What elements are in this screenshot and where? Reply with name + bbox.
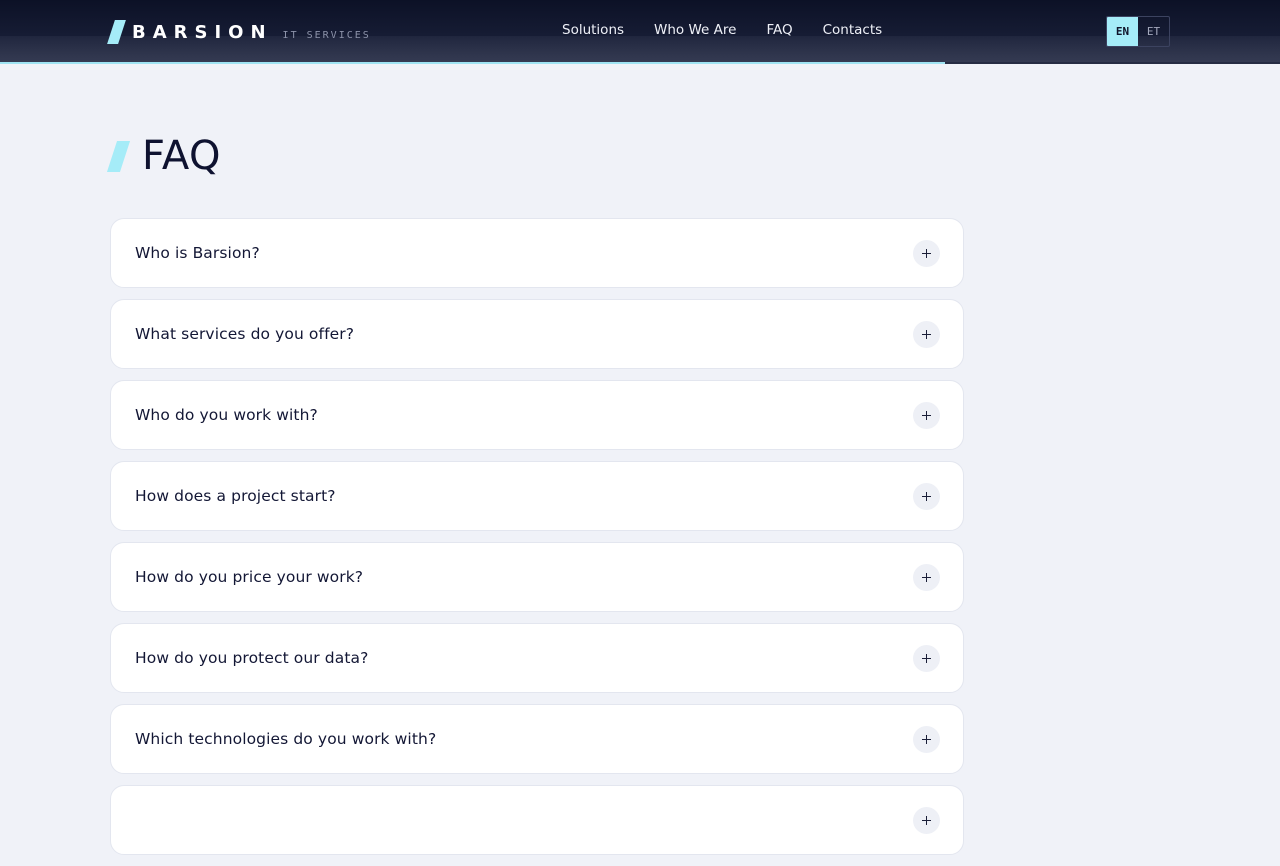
plus-icon bbox=[922, 329, 931, 339]
expand-button[interactable] bbox=[913, 563, 940, 591]
expand-button[interactable] bbox=[913, 806, 940, 834]
nav-who-we-are[interactable]: Who We Are bbox=[654, 22, 736, 38]
plus-icon bbox=[922, 410, 931, 420]
page-title-block: FAQ bbox=[106, 132, 221, 180]
faq-item[interactable]: How does a project start? bbox=[110, 461, 964, 531]
plus-icon bbox=[922, 653, 931, 663]
faq-question: Who do you work with? bbox=[135, 406, 318, 424]
faq-item[interactable]: Which technologies do you work with? bbox=[110, 704, 964, 774]
plus-icon bbox=[922, 248, 931, 258]
faq-question: How do you price your work? bbox=[135, 568, 364, 586]
faq-question: Who is Barsion? bbox=[135, 244, 260, 262]
expand-button[interactable] bbox=[913, 320, 940, 348]
page-title: FAQ bbox=[142, 133, 221, 179]
site-header: BARSION IT SERVICES Solutions Who We Are… bbox=[0, 0, 1280, 64]
plus-icon bbox=[922, 572, 931, 582]
lang-et-button[interactable]: ET bbox=[1138, 17, 1169, 46]
brand-name: BARSION bbox=[132, 21, 273, 43]
expand-button[interactable] bbox=[913, 239, 940, 267]
slash-logo-mark-icon bbox=[107, 20, 124, 44]
expand-button[interactable] bbox=[913, 644, 940, 672]
expand-button[interactable] bbox=[913, 401, 940, 429]
nav-contacts[interactable]: Contacts bbox=[823, 22, 883, 38]
plus-icon bbox=[922, 734, 931, 744]
faq-question: How does a project start? bbox=[135, 487, 336, 505]
lang-en-button[interactable]: EN bbox=[1107, 17, 1138, 46]
language-switcher: EN ET bbox=[1106, 16, 1170, 47]
plus-icon bbox=[922, 491, 931, 501]
expand-button[interactable] bbox=[913, 725, 940, 753]
plus-icon bbox=[922, 815, 931, 825]
faq-item[interactable]: Who is Barsion? bbox=[110, 218, 964, 288]
main-nav: Solutions Who We Are FAQ Contacts bbox=[562, 22, 912, 38]
faq-question: How do you protect our data? bbox=[135, 649, 369, 667]
faq-item[interactable]: Who do you work with? bbox=[110, 380, 964, 450]
nav-faq[interactable]: FAQ bbox=[766, 22, 792, 38]
faq-item[interactable]: What services do you offer? bbox=[110, 299, 964, 369]
nav-solutions[interactable]: Solutions bbox=[562, 22, 624, 38]
faq-item[interactable] bbox=[110, 785, 964, 855]
brand-logo[interactable]: BARSION IT SERVICES bbox=[107, 19, 371, 45]
title-slash-icon bbox=[106, 141, 130, 172]
expand-button[interactable] bbox=[913, 482, 940, 510]
scroll-progress-bar bbox=[0, 62, 945, 64]
faq-item[interactable]: How do you price your work? bbox=[110, 542, 964, 612]
faq-question: What services do you offer? bbox=[135, 325, 355, 343]
faq-question: Which technologies do you work with? bbox=[135, 730, 437, 748]
brand-tagline: IT SERVICES bbox=[282, 29, 371, 41]
faq-accordion: Who is Barsion? What services do you off… bbox=[110, 218, 964, 866]
faq-item[interactable]: How do you protect our data? bbox=[110, 623, 964, 693]
